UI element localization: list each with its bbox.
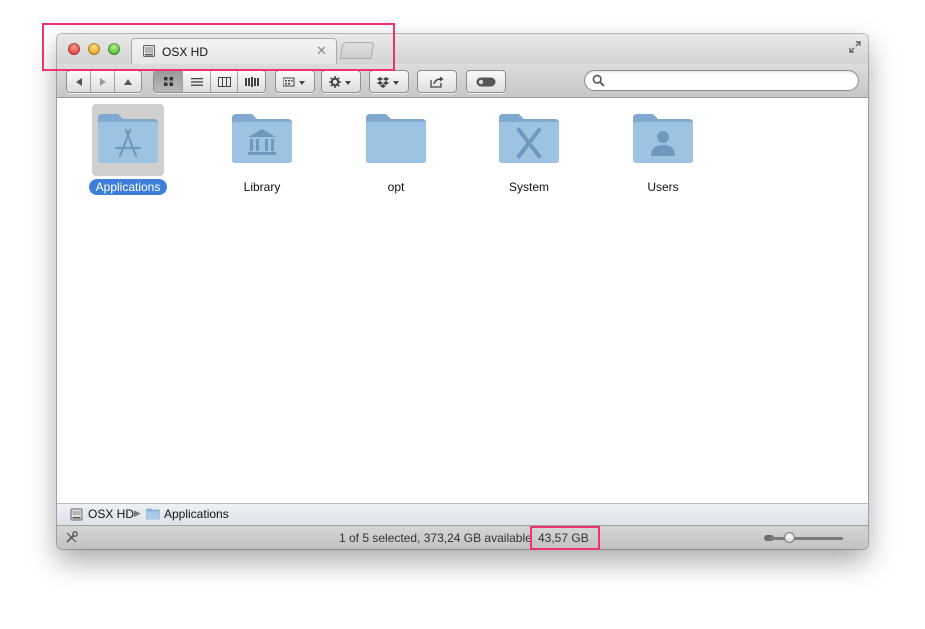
wrench-icon[interactable]	[65, 531, 78, 544]
columns-icon	[217, 76, 231, 87]
action-group	[321, 70, 361, 93]
path-separator-icon: ▶	[134, 508, 141, 518]
fullscreen-icon[interactable]	[848, 40, 862, 54]
highlight-size-value	[530, 526, 600, 550]
edit-tags-button[interactable]	[467, 71, 505, 92]
path-bar: OSX HD ▶ Applications	[57, 503, 868, 525]
column-view-button[interactable]	[211, 71, 238, 92]
arrange-icon	[283, 77, 305, 86]
path-item-label: Applications	[164, 507, 229, 521]
item-applications[interactable]: Applications	[73, 104, 183, 195]
icon-view-button[interactable]	[154, 71, 183, 92]
item-icon-wrap	[92, 104, 164, 176]
path-item-osx-hd[interactable]: OSX HD	[70, 507, 134, 521]
item-icon-wrap	[360, 104, 432, 176]
arrange-button[interactable]	[276, 71, 314, 92]
dropbox-group	[369, 70, 409, 93]
action-button[interactable]	[322, 71, 360, 92]
enclosing-folder-button[interactable]	[115, 71, 141, 92]
list-view-button[interactable]	[183, 71, 211, 92]
library-folder-icon	[232, 114, 292, 163]
item-label: Applications	[88, 179, 168, 195]
dropbox-icon	[377, 76, 399, 88]
item-icon-wrap	[493, 104, 565, 176]
finder-window: OSX HD ✕ Applications Library opt System…	[57, 34, 868, 549]
navigation-group	[66, 70, 142, 93]
icon-size-slider[interactable]	[769, 537, 843, 540]
arrange-group	[275, 70, 315, 93]
item-label: System	[508, 180, 549, 194]
users-folder-icon	[633, 114, 693, 163]
forward-arrow-icon	[99, 77, 106, 86]
item-icon-wrap	[226, 104, 298, 176]
system-folder-icon	[499, 114, 559, 163]
cover-flow-icon	[244, 76, 259, 87]
search-icon	[592, 74, 605, 87]
drive-icon	[70, 508, 83, 520]
share-icon	[430, 76, 444, 88]
cover-flow-button[interactable]	[238, 71, 265, 92]
dropbox-button[interactable]	[370, 71, 408, 92]
grid-icon	[163, 77, 173, 86]
status-bar: 1 of 5 selected, 373,24 GB available 43,…	[57, 525, 868, 549]
toggle-icon	[476, 77, 496, 86]
back-arrow-icon	[75, 77, 82, 86]
file-icon-view[interactable]: Applications Library opt System Users	[57, 98, 868, 502]
item-library[interactable]: Library	[207, 104, 317, 195]
path-item-label: OSX HD	[88, 507, 135, 521]
back-button[interactable]	[67, 71, 91, 92]
share-button[interactable]	[418, 71, 456, 92]
item-icon-wrap	[627, 104, 699, 176]
item-system[interactable]: System	[474, 104, 584, 195]
tags-group	[466, 70, 506, 93]
forward-button[interactable]	[91, 71, 115, 92]
search-field[interactable]	[584, 70, 859, 91]
folder-icon	[366, 114, 426, 163]
item-opt[interactable]: opt	[341, 104, 451, 195]
share-group	[417, 70, 457, 93]
gear-icon	[329, 75, 351, 88]
view-mode-group	[153, 70, 266, 93]
status-summary: 1 of 5 selected, 373,24 GB available	[339, 531, 532, 545]
highlight-tab-area	[42, 23, 395, 71]
list-icon	[190, 77, 203, 86]
item-users[interactable]: Users	[608, 104, 718, 195]
item-label: Library	[243, 180, 281, 194]
item-label: opt	[387, 180, 405, 194]
slider-thumb[interactable]	[784, 532, 796, 543]
up-arrow-icon	[124, 78, 132, 85]
applications-folder-icon	[98, 114, 158, 163]
item-label: Users	[647, 180, 679, 194]
path-item-applications[interactable]: Applications	[146, 507, 229, 521]
folder-icon	[146, 508, 160, 520]
search-input[interactable]	[609, 72, 853, 90]
